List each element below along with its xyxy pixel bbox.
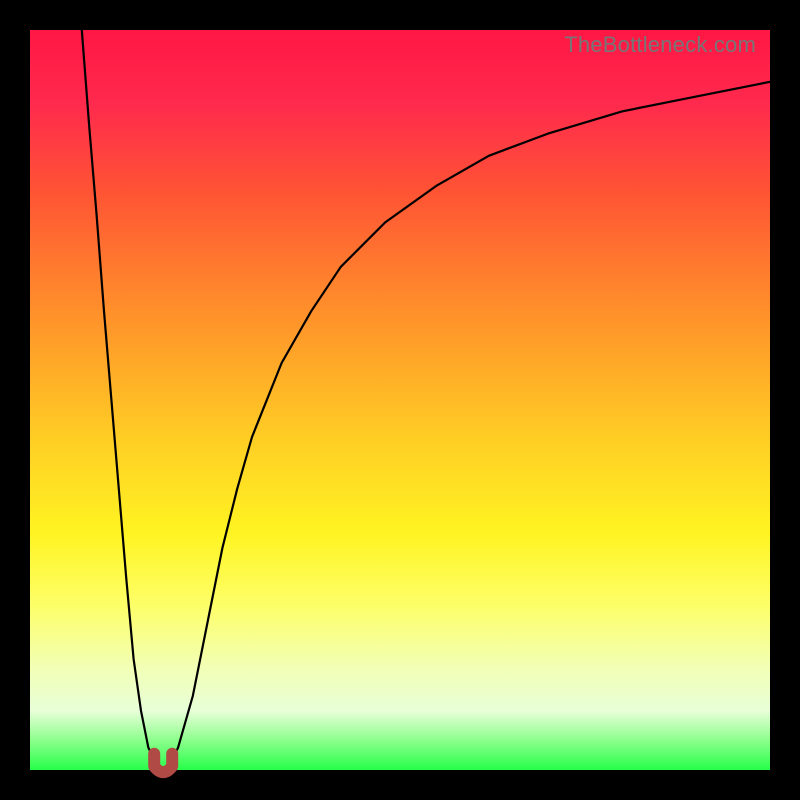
dip-marker-icon <box>154 754 172 772</box>
curve-svg <box>30 30 770 770</box>
curve-right-branch <box>171 82 770 763</box>
curve-left-branch <box>82 30 156 763</box>
plot-area: TheBottleneck.com <box>30 30 770 770</box>
chart-frame: TheBottleneck.com <box>0 0 800 800</box>
